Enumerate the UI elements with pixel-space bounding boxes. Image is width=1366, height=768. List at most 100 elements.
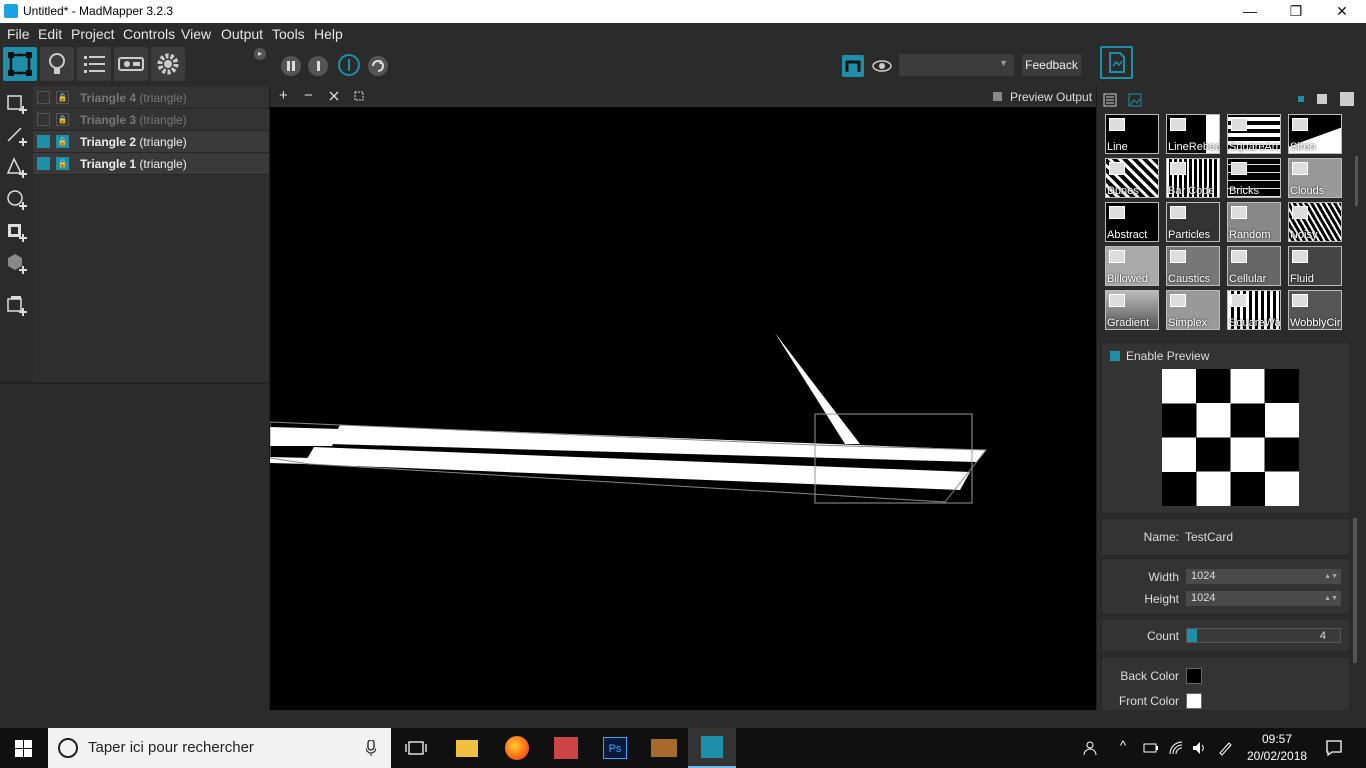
front-color-swatch[interactable] <box>1186 693 1202 709</box>
generator-thumb[interactable]: WobblyCir <box>1288 290 1342 330</box>
madmapper-taskbar-button[interactable] <box>688 728 736 768</box>
add-circle-icon[interactable] <box>6 188 28 210</box>
clock-time[interactable]: 09:57 <box>1247 732 1307 746</box>
add-mask-icon[interactable] <box>6 220 28 242</box>
visibility-checkbox[interactable] <box>37 91 50 104</box>
zoom-in-button[interactable]: + <box>279 87 288 104</box>
generator-thumb[interactable]: Particles <box>1166 202 1220 242</box>
close-button[interactable]: ✕ <box>1319 0 1365 23</box>
generator-thumb[interactable]: LineRebea <box>1166 114 1220 154</box>
spinner-arrows-icon[interactable]: ▲▼ <box>1324 591 1338 606</box>
lock-icon[interactable]: 🔒 <box>56 113 69 126</box>
generator-thumb[interactable]: Siren <box>1288 114 1342 154</box>
app-icon-2[interactable] <box>649 733 679 763</box>
generator-thumb[interactable]: Bar Code <box>1166 158 1220 198</box>
name-value[interactable]: TestCard <box>1185 530 1233 544</box>
restart-button[interactable] <box>368 56 388 76</box>
generator-thumb[interactable]: Abstract <box>1105 202 1159 242</box>
visibility-checkbox[interactable] <box>37 135 50 148</box>
surfaces-mode-button[interactable] <box>3 47 37 81</box>
madmapper-logo-button[interactable] <box>842 55 864 77</box>
search-box[interactable]: Taper ici pour rechercher <box>48 728 391 768</box>
generator-thumb[interactable]: SquareArr <box>1227 114 1281 154</box>
fit-view-icon[interactable] <box>329 91 339 101</box>
generator-thumb[interactable]: Cellular <box>1227 246 1281 286</box>
menu-project[interactable]: Project <box>71 26 115 42</box>
fullscreen-icon[interactable] <box>354 91 364 101</box>
people-icon[interactable] <box>1083 740 1099 756</box>
task-view-icon[interactable] <box>405 740 427 756</box>
count-slider[interactable]: 4 <box>1186 628 1341 643</box>
pen-icon[interactable] <box>1217 740 1233 756</box>
firefox-icon[interactable] <box>502 733 532 763</box>
generator-thumb[interactable]: Fluid <box>1288 246 1342 286</box>
menu-output[interactable]: Output <box>221 26 263 42</box>
feedback-button[interactable]: Feedback <box>1022 54 1081 76</box>
menu-help[interactable]: Help <box>314 26 343 42</box>
preview-output-checkbox[interactable] <box>993 92 1002 101</box>
height-field[interactable]: 1024 ▲▼ <box>1186 591 1341 606</box>
minimize-button[interactable]: — <box>1227 0 1273 23</box>
menu-tools[interactable]: Tools <box>272 26 305 42</box>
visibility-checkbox[interactable] <box>37 113 50 126</box>
add-quad-icon[interactable] <box>6 92 28 114</box>
menu-edit[interactable]: Edit <box>38 26 62 42</box>
generator-thumb[interactable]: Clouds <box>1288 158 1342 198</box>
file-explorer-icon[interactable] <box>453 733 483 763</box>
output-mode-button[interactable] <box>114 47 148 81</box>
list-view-icon[interactable] <box>1103 93 1117 107</box>
blackout-button[interactable] <box>338 54 360 76</box>
generator-thumb[interactable]: Billowed <box>1105 246 1159 286</box>
mapping-canvas[interactable] <box>269 107 1096 710</box>
notifications-icon[interactable] <box>1325 739 1343 757</box>
lock-icon[interactable]: 🔒 <box>56 157 69 170</box>
generator-thumb[interactable]: Bricks <box>1227 158 1281 198</box>
thumb-size-large-icon[interactable] <box>1340 92 1354 106</box>
generator-thumb[interactable]: Line <box>1105 114 1159 154</box>
clock-date[interactable]: 20/02/2018 <box>1247 749 1307 763</box>
menu-view[interactable]: View <box>181 26 211 42</box>
windows-start-icon[interactable] <box>15 740 32 757</box>
generator-thumb[interactable]: Caustics <box>1166 246 1220 286</box>
library-scrollbar[interactable] <box>1355 156 1358 206</box>
stop-button[interactable] <box>308 56 328 76</box>
lock-icon[interactable]: 🔒 <box>56 135 69 148</box>
width-field[interactable]: 1024 ▲▼ <box>1186 569 1341 584</box>
chevron-up-icon[interactable]: ^ <box>1120 738 1126 753</box>
generator-thumb[interactable]: Random <box>1227 202 1281 242</box>
lock-icon[interactable]: 🔒 <box>56 91 69 104</box>
preview-toggle-button[interactable] <box>871 55 893 77</box>
thumb-size-medium-icon[interactable] <box>1317 94 1327 104</box>
expand-arrow-icon[interactable]: ▸ <box>254 48 266 60</box>
app-icon-1[interactable] <box>551 733 581 763</box>
generator-thumb[interactable]: SquareWa <box>1227 290 1281 330</box>
generator-thumb[interactable]: Noisy <box>1288 202 1342 242</box>
enable-preview-checkbox[interactable] <box>1110 351 1120 361</box>
spinner-arrows-icon[interactable]: ▲▼ <box>1324 569 1338 584</box>
layer-triangle-1[interactable]: 🔒 Triangle 1 (triangle) <box>33 153 269 175</box>
menu-file[interactable]: File <box>7 26 30 42</box>
network-icon[interactable] <box>1168 740 1184 756</box>
layer-triangle-2[interactable]: 🔒 Triangle 2 (triangle) <box>33 131 269 153</box>
back-color-swatch[interactable] <box>1186 668 1202 684</box>
generator-thumb[interactable]: Dunes <box>1105 158 1159 198</box>
add-line-icon[interactable] <box>6 124 28 146</box>
layer-triangle-4[interactable]: 🔒 Triangle 4 (triangle) <box>33 87 269 109</box>
pause-button[interactable] <box>281 56 301 76</box>
generator-thumb[interactable]: Gradient <box>1105 290 1159 330</box>
document-button[interactable] <box>1100 46 1133 79</box>
add-3d-object-icon[interactable] <box>6 252 28 274</box>
image-view-icon[interactable] <box>1128 93 1142 107</box>
restore-button[interactable]: ❐ <box>1273 0 1319 23</box>
volume-icon[interactable] <box>1191 740 1207 756</box>
photoshop-icon[interactable]: Ps <box>600 733 630 763</box>
output-dropdown[interactable]: ▼ <box>899 54 1014 76</box>
menu-controls[interactable]: Controls <box>123 26 175 42</box>
settings-button[interactable] <box>151 47 185 81</box>
battery-icon[interactable] <box>1143 741 1159 755</box>
thumb-size-small-icon[interactable] <box>1298 96 1304 102</box>
properties-scrollbar[interactable] <box>1353 518 1357 663</box>
cues-mode-button[interactable] <box>77 47 111 81</box>
add-group-icon[interactable] <box>6 294 28 316</box>
generator-thumb[interactable]: Simplex <box>1166 290 1220 330</box>
